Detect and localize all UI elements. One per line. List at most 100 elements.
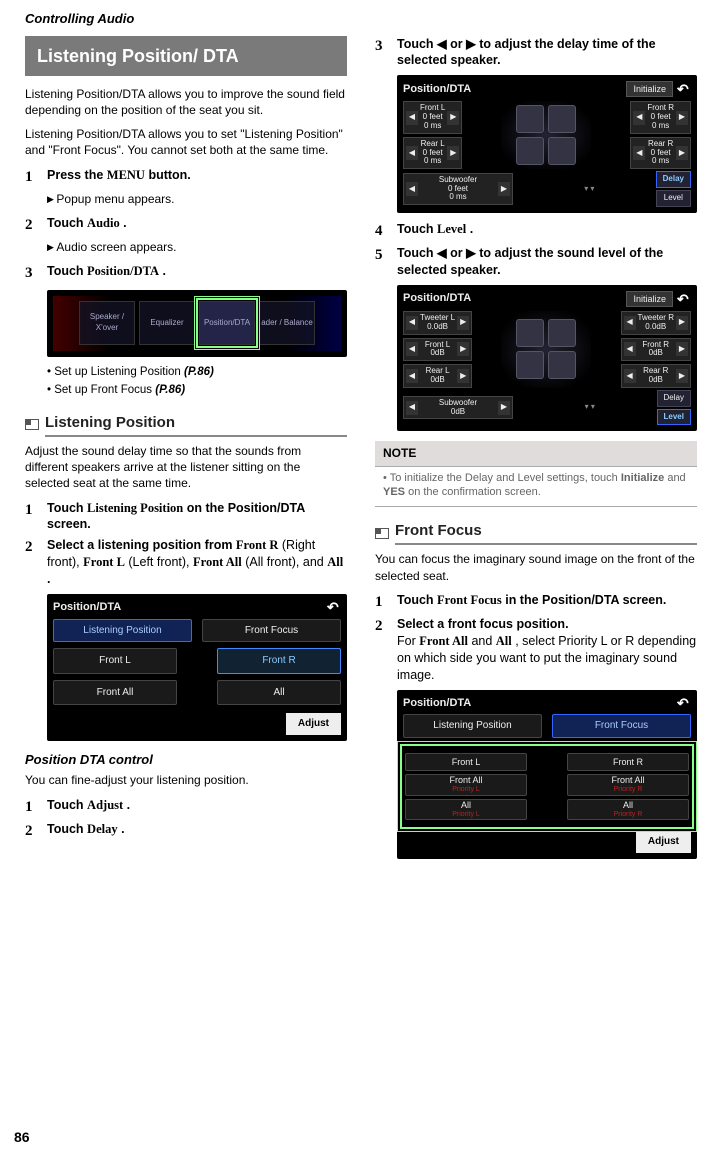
- right-arrow-icon[interactable]: ▶: [676, 146, 688, 160]
- btn-all-priority-r[interactable]: AllPriority R: [567, 799, 689, 821]
- delay-label: Delay: [87, 822, 118, 836]
- right-arrow-icon[interactable]: ▶: [498, 182, 510, 196]
- level-mode-button[interactable]: Level: [657, 409, 691, 426]
- left-arrow-icon[interactable]: ◀: [624, 369, 636, 383]
- ff-step-1: 1 Touch Front Focus in the Position/DTA …: [375, 592, 697, 612]
- pdc-step-3: 3 Touch ◀ or ▶ to adjust the delay time …: [375, 36, 697, 70]
- front-r-label: Front R: [236, 538, 278, 552]
- left-arrow-icon[interactable]: ◀: [406, 401, 418, 415]
- right-arrow-icon[interactable]: ▶: [457, 369, 469, 383]
- adjust-button[interactable]: Adjust: [636, 831, 691, 853]
- adjust-label: Adjust: [87, 798, 123, 812]
- delay-mode-button[interactable]: Delay: [656, 171, 691, 188]
- btn-all-priority-l[interactable]: AllPriority L: [405, 799, 527, 821]
- lp-step-2: 2 Select a listening position from Front…: [25, 537, 347, 588]
- btn-front-r[interactable]: Front R: [567, 753, 689, 771]
- left-arrow-icon[interactable]: ◀: [406, 182, 418, 196]
- tab-listening-position[interactable]: Listening Position: [53, 619, 192, 643]
- t: Touch: [397, 593, 437, 607]
- eq-position-dta[interactable]: Position/DTA: [199, 301, 255, 345]
- step-pre: Touch: [47, 264, 87, 278]
- step-text: Touch Adjust .: [47, 797, 347, 817]
- priority-label: Priority R: [568, 786, 688, 794]
- adjust-button[interactable]: Adjust: [286, 713, 341, 735]
- right-arrow-icon[interactable]: ▶: [457, 316, 469, 330]
- left-arrow-icon[interactable]: ◀: [406, 316, 418, 330]
- car-seat-diagram: [501, 311, 591, 388]
- step-text: Touch ◀ or ▶ to adjust the delay time of…: [397, 36, 697, 70]
- right-arrow-icon[interactable]: ▶: [676, 369, 688, 383]
- back-icon[interactable]: [677, 294, 691, 304]
- step-1-result: Popup menu appears.: [47, 191, 347, 207]
- initialize-button[interactable]: Initialize: [626, 81, 673, 97]
- initialize-button[interactable]: Initialize: [626, 291, 673, 307]
- note-body: To initialize the Delay and Level settin…: [375, 467, 697, 508]
- left-arrow-icon[interactable]: ◀: [406, 146, 418, 160]
- left-arrow-icon[interactable]: ◀: [406, 342, 418, 356]
- step-2: 2 Touch Audio .: [25, 215, 347, 235]
- right-arrow-icon[interactable]: ▶: [447, 146, 459, 160]
- position-dta-label: Position/DTA: [87, 264, 159, 278]
- front-focus-label: Front Focus: [437, 593, 502, 607]
- btn-front-r[interactable]: Front R: [217, 648, 341, 674]
- btn-front-l[interactable]: Front L: [405, 753, 527, 771]
- subhead-front-focus: Front Focus: [375, 521, 697, 545]
- left-arrow-icon[interactable]: ◀: [633, 111, 645, 125]
- left-arrow-icon[interactable]: ◀: [406, 111, 418, 125]
- left-arrow-icon[interactable]: ◀: [406, 369, 418, 383]
- speaker-front-l: ◀Front L 0 feet 0 ms▶: [403, 101, 462, 133]
- right-arrow-icon[interactable]: ▶: [676, 111, 688, 125]
- pdc-intro: You can fine-adjust your listening posit…: [25, 772, 347, 788]
- btn-front-all[interactable]: Front All: [53, 680, 177, 706]
- pdc-step-4: 4 Touch Level .: [375, 221, 697, 241]
- eq-fader-balance[interactable]: ader / Balance: [259, 301, 315, 345]
- left-arrow-icon[interactable]: ◀: [624, 316, 636, 330]
- section-icon: [25, 419, 39, 430]
- position-dta-level-screen: Position/DTA Initialize ◀Tweeter L0.0dB▶…: [397, 285, 697, 432]
- left-arrow-label: ◀: [437, 246, 447, 260]
- step-number: 2: [25, 821, 39, 841]
- tab-front-focus[interactable]: Front Focus: [202, 619, 341, 643]
- step-number: 1: [25, 797, 39, 817]
- right-arrow-icon[interactable]: ▶: [498, 401, 510, 415]
- seat-icon: [516, 137, 544, 165]
- t: Touch: [397, 37, 437, 51]
- level-mode-button[interactable]: Level: [656, 190, 691, 207]
- position-dta-delay-screen: Position/DTA Initialize ◀Front L 0 feet …: [397, 75, 697, 213]
- back-icon[interactable]: [677, 698, 691, 708]
- subhead-listening-position: Listening Position: [25, 413, 347, 437]
- t: .: [123, 798, 130, 812]
- left-arrow-label: ◀: [437, 37, 447, 51]
- t: Select a listening position from: [47, 538, 236, 552]
- all-label: All: [496, 634, 512, 648]
- step-1: 1 Press the MENU button.: [25, 167, 347, 187]
- label: Front L0dB: [420, 341, 455, 359]
- priority-label: Priority L: [406, 811, 526, 819]
- label: Front All: [611, 775, 644, 785]
- back-icon[interactable]: [327, 602, 341, 612]
- step-post: .: [120, 216, 127, 230]
- btn-front-all-priority-r[interactable]: Front AllPriority R: [567, 774, 689, 796]
- eq-speaker-xover[interactable]: Speaker / X'over: [79, 301, 135, 345]
- btn-all[interactable]: All: [217, 680, 341, 706]
- right-arrow-icon[interactable]: ▶: [676, 316, 688, 330]
- right-arrow-icon[interactable]: ▶: [676, 342, 688, 356]
- minimize-icons: ▾ ▾: [584, 184, 594, 195]
- tab-listening-position[interactable]: Listening Position: [403, 714, 542, 738]
- tab-front-focus[interactable]: Front Focus: [552, 714, 691, 738]
- note-title: NOTE: [375, 441, 697, 466]
- t: Touch: [47, 501, 87, 515]
- left-arrow-icon[interactable]: ◀: [633, 146, 645, 160]
- delay-mode-button[interactable]: Delay: [657, 390, 691, 407]
- right-arrow-icon[interactable]: ▶: [447, 111, 459, 125]
- btn-front-all-priority-l[interactable]: Front AllPriority L: [405, 774, 527, 796]
- back-icon[interactable]: [677, 84, 691, 94]
- eq-equalizer[interactable]: Equalizer: [139, 301, 195, 345]
- right-arrow-icon[interactable]: ▶: [457, 342, 469, 356]
- btn-front-l[interactable]: Front L: [53, 648, 177, 674]
- seat-icon: [516, 105, 544, 133]
- speaker-rear-l: ◀Rear L0dB▶: [403, 364, 472, 388]
- front-all-label: Front All: [193, 555, 242, 569]
- screen-title-text: Position/DTA: [403, 291, 471, 306]
- left-arrow-icon[interactable]: ◀: [624, 342, 636, 356]
